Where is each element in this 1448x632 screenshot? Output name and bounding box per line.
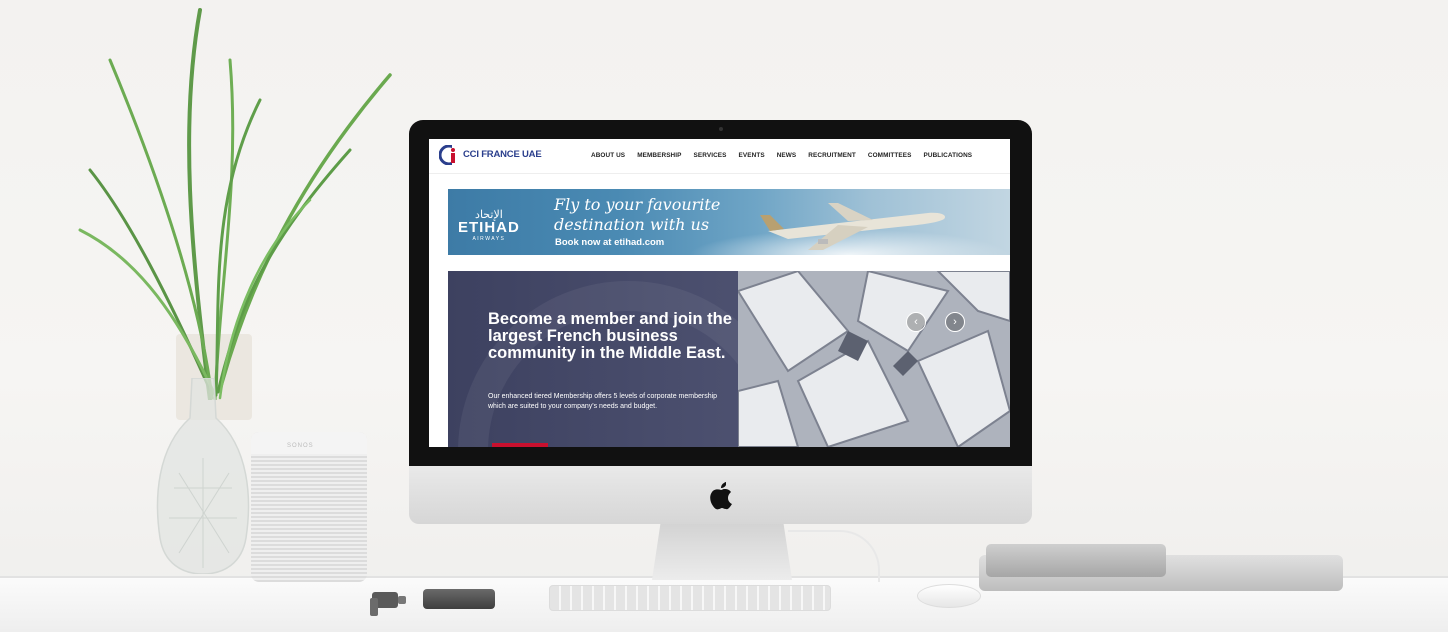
etihad-logo: الإتحاد ETIHAD AIRWAYS — [458, 209, 520, 242]
chevron-left-icon: ‹ — [914, 316, 918, 328]
smartwatch — [370, 592, 406, 616]
keyboard — [549, 585, 831, 611]
slider-next-button[interactable]: › — [945, 312, 965, 332]
cci-logo-icon[interactable] — [439, 145, 459, 165]
browser-viewport: CCI FRANCE UAE ABOUT US MEMBERSHIP SERVI… — [429, 139, 1010, 447]
nav-item-committees[interactable]: COMMITTEES — [868, 152, 912, 159]
nav-item-recruitment[interactable]: RECRUITMENT — [808, 152, 856, 159]
hero-description: Our enhanced tiered Membership offers 5 … — [488, 393, 718, 410]
etihad-subtitle: AIRWAYS — [472, 236, 506, 242]
imac-stand — [652, 524, 792, 580]
power-cable — [788, 530, 880, 582]
hero-slider: Become a member and join the largest Fre… — [448, 271, 1010, 447]
ad-headline-line1: Fly to your favourite — [554, 195, 721, 214]
smartphone — [423, 589, 495, 609]
sonos-speaker — [251, 432, 367, 582]
mouse — [917, 584, 981, 608]
hero-cta-button[interactable] — [492, 443, 548, 447]
nav-item-membership[interactable]: MEMBERSHIP — [637, 152, 681, 159]
etihad-wordmark: ETIHAD — [458, 219, 520, 236]
speaker-label: SONOS — [287, 443, 314, 449]
site-logo-text[interactable]: CCI FRANCE UAE — [463, 149, 542, 160]
ad-cta[interactable]: Book now at etihad.com — [555, 237, 664, 248]
nav-item-events[interactable]: EVENTS — [739, 152, 765, 159]
chevron-right-icon: › — [953, 316, 957, 328]
ad-headline-line2: destination with us — [554, 215, 710, 234]
nav-item-news[interactable]: NEWS — [777, 152, 797, 159]
airplane-image — [760, 203, 946, 250]
tablet — [986, 544, 1166, 577]
main-nav: ABOUT US MEMBERSHIP SERVICES EVENTS NEWS… — [591, 152, 972, 159]
apple-logo-icon — [710, 482, 732, 510]
nav-item-services[interactable]: SERVICES — [694, 152, 727, 159]
plant-leaves — [78, 8, 392, 400]
glass-vase — [156, 378, 250, 574]
slider-prev-button[interactable]: ‹ — [906, 312, 926, 332]
nav-item-publications[interactable]: PUBLICATIONS — [924, 152, 973, 159]
camera-icon — [719, 127, 723, 131]
nav-item-about-us[interactable]: ABOUT US — [591, 152, 625, 159]
site-header: CCI FRANCE UAE ABOUT US MEMBERSHIP SERVI… — [429, 139, 1010, 174]
etihad-ad-banner[interactable]: الإتحاد ETIHAD AIRWAYS Fly to your favou… — [448, 189, 1010, 255]
hero-title: Become a member and join the largest Fre… — [488, 310, 732, 362]
hero-architecture-image — [738, 271, 1010, 447]
